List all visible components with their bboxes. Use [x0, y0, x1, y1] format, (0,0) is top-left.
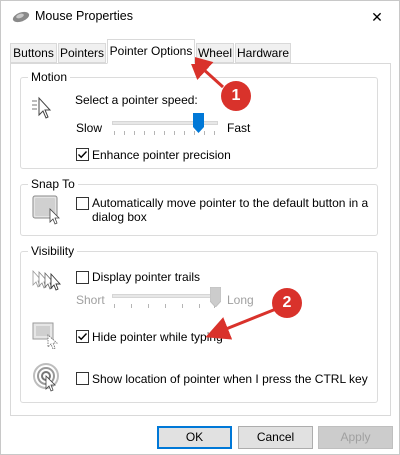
snap-to-checkbox[interactable] — [76, 197, 89, 210]
mouse-properties-dialog: Mouse Properties ✕ Buttons Pointers Poin… — [0, 0, 400, 455]
slider-tick — [174, 131, 175, 135]
pointer-speed-icon — [31, 95, 53, 124]
slider-tick — [165, 304, 166, 308]
pointer-speed-slider-thumb[interactable] — [193, 113, 205, 133]
trail-length-slider-track[interactable] — [112, 294, 218, 298]
cancel-button[interactable]: Cancel — [238, 426, 313, 449]
slider-tick — [124, 131, 125, 135]
slider-tick — [131, 304, 132, 308]
slider-tick — [154, 131, 155, 135]
checkmark-icon — [78, 333, 88, 341]
apply-button[interactable]: Apply — [318, 426, 393, 449]
checkmark-icon — [78, 151, 88, 159]
snap-to-label-line1: Automatically move pointer to the defaul… — [92, 196, 369, 210]
long-label: Long — [227, 293, 254, 307]
enhance-precision-checkbox[interactable] — [76, 148, 89, 161]
trail-length-slider-thumb[interactable] — [209, 286, 221, 308]
pointer-trails-icon — [31, 267, 65, 298]
pointer-trails-label: Display pointer trails — [92, 270, 201, 284]
tab-hardware[interactable]: Hardware — [235, 43, 291, 63]
slider-tick — [114, 131, 115, 135]
slider-tick — [184, 131, 185, 135]
slider-tick — [214, 131, 215, 135]
snap-to-group: Snap To — [20, 177, 378, 236]
slider-tick — [144, 131, 145, 135]
snap-to-button-icon — [32, 195, 62, 228]
slider-tick — [164, 131, 165, 135]
pointer-trails-checkbox[interactable] — [76, 271, 89, 284]
tab-pointer-options[interactable]: Pointer Options — [107, 39, 195, 64]
slider-tick — [182, 304, 183, 308]
window-title: Mouse Properties — [35, 9, 133, 23]
close-icon: ✕ — [371, 8, 383, 25]
tab-buttons[interactable]: Buttons — [10, 43, 57, 63]
annotation-badge-1: 1 — [221, 81, 251, 111]
snap-to-label-line2: dialog box — [92, 210, 147, 224]
close-button[interactable]: ✕ — [355, 1, 399, 33]
ok-button[interactable]: OK — [157, 426, 232, 449]
hide-pointer-typing-label: Hide pointer while typing — [92, 330, 223, 344]
pointer-speed-label: Select a pointer speed: — [75, 93, 198, 107]
show-location-checkbox[interactable] — [76, 372, 89, 385]
show-location-label: Show location of pointer when I press th… — [92, 372, 368, 386]
slider-tick — [148, 304, 149, 308]
tab-wheel[interactable]: Wheel — [196, 43, 234, 63]
slider-tick — [199, 304, 200, 308]
motion-group-label: Motion — [28, 70, 71, 84]
title-bar: Mouse Properties ✕ — [1, 1, 399, 33]
annotation-badge-2: 2 — [272, 288, 302, 318]
slider-tick — [114, 304, 115, 308]
tab-pointers[interactable]: Pointers — [58, 43, 106, 63]
snap-to-group-label: Snap To — [28, 177, 78, 191]
show-location-icon — [32, 361, 64, 396]
enhance-precision-label: Enhance pointer precision — [92, 148, 231, 162]
visibility-group-label: Visibility — [28, 244, 78, 258]
short-label: Short — [76, 293, 105, 307]
slider-tick — [134, 131, 135, 135]
hide-pointer-icon — [32, 321, 62, 354]
mouse-icon — [11, 10, 31, 24]
fast-label: Fast — [227, 121, 251, 135]
hide-pointer-typing-checkbox[interactable] — [76, 330, 89, 343]
slow-label: Slow — [76, 121, 103, 135]
